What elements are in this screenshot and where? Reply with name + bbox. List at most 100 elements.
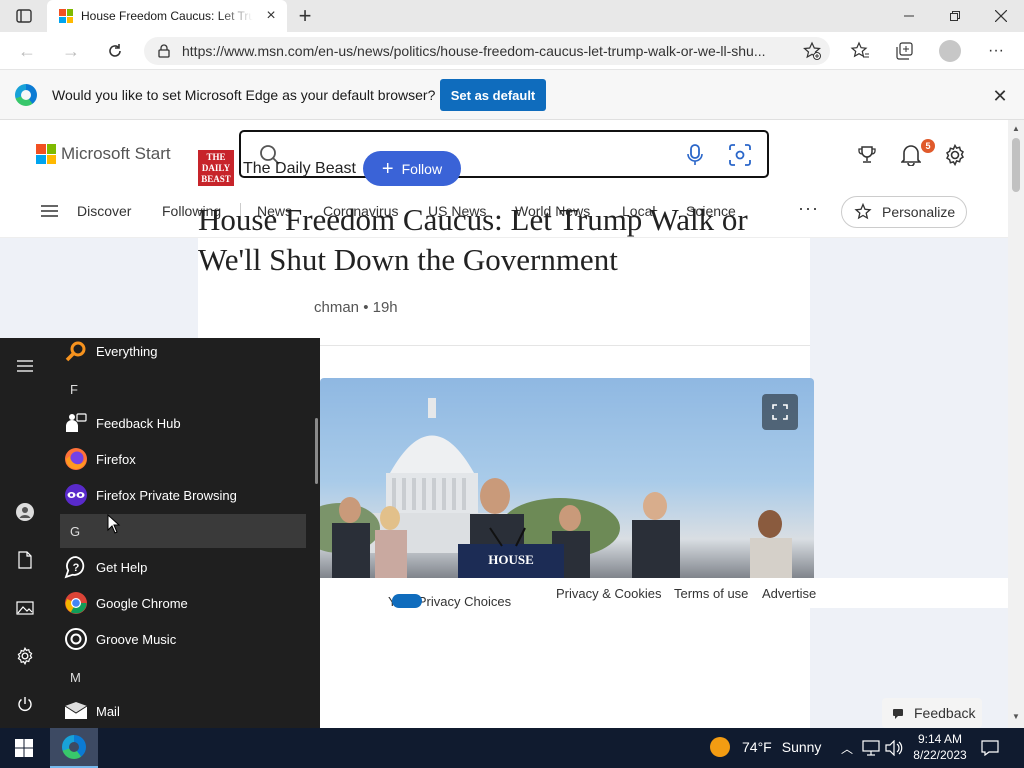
user-icon — [16, 503, 34, 521]
add-favorite-button[interactable] — [798, 38, 826, 64]
favorites-button[interactable] — [846, 38, 874, 64]
publisher-name[interactable]: The Daily Beast — [243, 160, 356, 178]
app-name: Google Chrome — [96, 595, 188, 611]
app-firefox[interactable]: Firefox — [60, 442, 306, 476]
infobar-message: Would you like to set Microsoft Edge as … — [52, 87, 436, 103]
volume-icon[interactable] — [884, 738, 904, 758]
brand-name[interactable]: Microsoft Start — [61, 144, 171, 164]
power-icon — [18, 697, 32, 711]
network-icon[interactable] — [861, 738, 881, 758]
settings-gear-icon[interactable] — [942, 142, 968, 168]
close-window-button[interactable] — [978, 0, 1024, 32]
app-groove-music[interactable]: Groove Music — [60, 622, 306, 656]
user-account-button[interactable] — [0, 492, 50, 532]
app-feedback-hub[interactable]: Feedback Hub — [60, 406, 306, 440]
arrow-left-icon: ← — [18, 40, 36, 61]
fullscreen-icon — [772, 404, 788, 420]
minimize-icon — [904, 15, 914, 17]
new-tab-button[interactable]: + — [293, 3, 317, 28]
app-firefox-private[interactable]: Firefox Private Browsing — [60, 478, 306, 512]
weather-condition: Sunny — [781, 739, 822, 755]
app-mail[interactable]: Mail — [60, 694, 306, 728]
profile-button[interactable] — [936, 38, 964, 64]
taskbar-edge-button[interactable] — [50, 728, 98, 768]
document-icon — [18, 551, 32, 569]
page-footer: Your Privacy Choices Privacy & Cookies T… — [320, 578, 1008, 609]
power-button[interactable] — [0, 684, 50, 724]
menu-icon[interactable] — [40, 202, 60, 220]
terms-link[interactable]: Terms of use — [674, 586, 748, 601]
taskbar: 74°F Sunny ︿ 9:14 AM 8/22/2023 — [0, 728, 1024, 768]
nav-more-icon[interactable]: ··· — [798, 198, 819, 219]
settings-more-button[interactable]: ··· — [982, 38, 1010, 64]
back-button[interactable]: ← — [12, 37, 42, 65]
feedback-hub-icon — [64, 411, 88, 435]
app-name: Mail — [96, 703, 120, 719]
follow-button[interactable]: + Follow — [363, 151, 461, 186]
documents-button[interactable] — [0, 540, 50, 580]
minimize-button[interactable] — [886, 0, 932, 32]
article-hero-image[interactable]: HOUSE — [320, 378, 814, 608]
close-icon — [995, 10, 1007, 22]
app-name: Feedback Hub — [96, 415, 181, 431]
letter-header-m[interactable]: M — [60, 660, 306, 694]
svg-text:?: ? — [73, 562, 80, 574]
visual-search-icon[interactable] — [729, 144, 751, 166]
nav-item-discover[interactable]: Discover — [77, 203, 131, 219]
follow-label: Follow — [401, 160, 443, 177]
app-google-chrome[interactable]: Google Chrome — [60, 586, 306, 620]
collections-button[interactable] — [890, 38, 918, 64]
refresh-button[interactable] — [100, 37, 130, 65]
app-name: Firefox Private Browsing — [96, 487, 237, 503]
edge-taskbar-icon — [62, 735, 86, 759]
restore-button[interactable] — [932, 0, 978, 32]
forward-button[interactable]: → — [56, 37, 86, 65]
show-hidden-icons-button[interactable]: ︿ — [837, 738, 857, 758]
letter-header-g[interactable]: G — [60, 514, 306, 548]
scroll-down-icon[interactable]: ▼ — [1011, 712, 1021, 721]
expand-menu-button[interactable] — [0, 346, 50, 386]
app-everything[interactable]: Everything — [60, 338, 306, 368]
personalize-button[interactable]: Personalize — [841, 196, 967, 228]
more-horizontal-icon: ··· — [988, 42, 1004, 59]
privacy-cookies-link[interactable]: Privacy & Cookies — [556, 586, 661, 601]
tab-close-icon[interactable]: × — [263, 7, 279, 24]
sun-icon — [710, 737, 730, 757]
pictures-button[interactable] — [0, 588, 50, 628]
page-scrollbar[interactable]: ▲ ▼ — [1008, 120, 1024, 728]
url-field[interactable]: https://www.msn.com/en-us/news/politics/… — [144, 37, 830, 65]
start-button[interactable] — [0, 728, 48, 768]
set-as-default-button[interactable]: Set as default — [440, 79, 546, 111]
edge-logo-icon — [15, 84, 37, 106]
taskbar-clock[interactable]: 9:14 AM 8/22/2023 — [905, 731, 975, 763]
clock-date: 8/22/2023 — [913, 748, 967, 762]
capitol-photo: HOUSE — [320, 398, 792, 608]
microphone-icon[interactable] — [687, 144, 703, 166]
tab-actions-icon — [16, 9, 32, 23]
article-divider — [314, 345, 810, 346]
rewards-icon[interactable] — [854, 142, 880, 168]
scroll-up-icon[interactable]: ▲ — [1011, 124, 1021, 133]
action-center-button[interactable] — [978, 738, 1002, 758]
feedback-button[interactable]: Feedback — [882, 698, 982, 728]
mail-icon — [64, 699, 88, 723]
notifications-badge: 5 — [921, 139, 935, 153]
publisher-logo[interactable]: THE DAILY BEAST — [198, 150, 234, 186]
app-name: Get Help — [96, 559, 148, 575]
chevron-up-icon: ︿ — [840, 741, 853, 756]
browser-tab[interactable]: House Freedom Caucus: Let Trump Walk or … — [47, 0, 287, 32]
advertise-link[interactable]: Advertise — [762, 586, 816, 601]
restore-icon — [950, 11, 960, 21]
start-menu: Everything F Feedback Hub Firefox Firefo… — [0, 338, 320, 728]
app-get-help[interactable]: ? Get Help — [60, 550, 306, 584]
infobar-close-icon[interactable]: ✕ — [990, 86, 1010, 106]
app-list-scrollbar[interactable] — [315, 418, 318, 484]
app-name: Everything — [96, 343, 158, 359]
scrollbar-thumb[interactable] — [1012, 138, 1020, 192]
letter-header-f[interactable]: F — [60, 372, 306, 406]
weather-widget[interactable]: 74°F Sunny — [710, 737, 821, 757]
expand-image-button[interactable] — [762, 394, 798, 430]
settings-button[interactable] — [0, 636, 50, 676]
tab-actions-button[interactable] — [10, 6, 38, 26]
article-byline: chman • 19h — [314, 299, 398, 316]
